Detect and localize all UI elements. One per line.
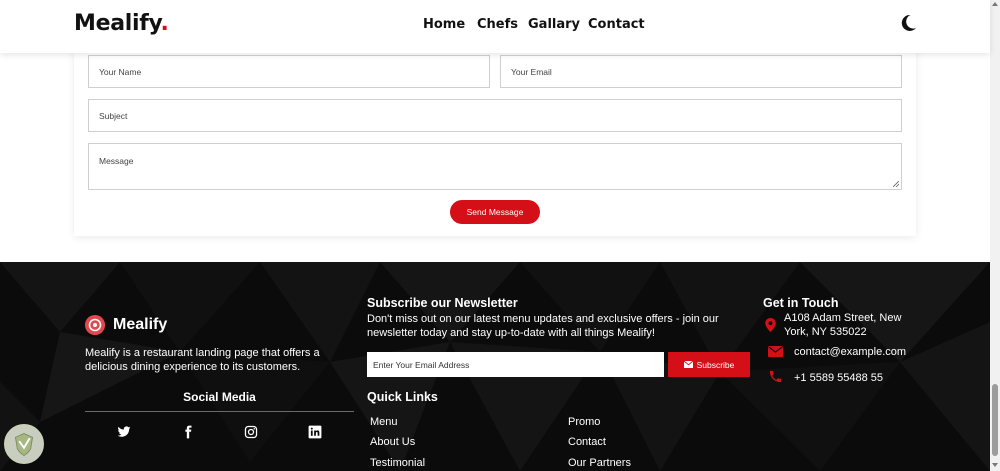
subscribe-label: Subscribe (696, 359, 735, 370)
shield-badge-icon (4, 424, 44, 464)
brand-name: Mealify (74, 11, 161, 36)
contact-address: A108 Adam Street, New York, NY 535022 (784, 312, 902, 338)
get-in-touch-title: Get in Touch (763, 296, 839, 310)
moon-icon[interactable] (898, 13, 918, 33)
nav-gallary[interactable]: Gallary (528, 17, 580, 32)
send-message-button[interactable]: Send Message (450, 200, 540, 224)
envelope-icon (768, 346, 783, 357)
resize-grip-icon[interactable] (893, 181, 899, 187)
quick-link-contact[interactable]: Contact (568, 436, 606, 448)
quick-link-menu[interactable]: Menu (370, 416, 398, 428)
newsletter-title: Subscribe our Newsletter (367, 296, 518, 310)
quick-link-about-us[interactable]: About Us (370, 436, 415, 448)
footer-description: Mealify is a restaurant landing page tha… (85, 347, 320, 373)
scroll-up-arrow-icon[interactable] (992, 2, 998, 6)
quick-links-title: Quick Links (367, 390, 438, 404)
quick-link-promo[interactable]: Promo (568, 416, 600, 428)
social-media-title: Social Media (183, 390, 256, 404)
location-pin-icon (765, 318, 776, 332)
message-field[interactable]: Message (88, 143, 902, 190)
nav-home[interactable]: Home (423, 17, 465, 32)
envelope-icon (683, 361, 693, 368)
facebook-icon[interactable] (181, 425, 195, 439)
instagram-icon[interactable] (244, 425, 258, 439)
message-placeholder: Message (99, 156, 134, 166)
mealify-logo-icon (85, 315, 105, 335)
nav-contact[interactable]: Contact (588, 17, 645, 32)
contact-phone[interactable]: +1 5589 55488 55 (794, 371, 883, 385)
name-placeholder: Your Name (99, 66, 142, 77)
newsletter-email-input[interactable]: Enter Your Email Address (367, 352, 664, 377)
subscribe-button[interactable]: Subscribe (668, 352, 750, 377)
social-divider (85, 411, 354, 412)
contact-email[interactable]: contact@example.com (794, 345, 906, 359)
linkedin-icon[interactable] (308, 425, 322, 439)
quick-link-our-partners[interactable]: Our Partners (568, 457, 631, 469)
scrollbar-thumb[interactable] (992, 384, 998, 456)
email-field[interactable]: Your Email (500, 55, 902, 88)
subject-field[interactable]: Subject (88, 99, 902, 132)
phone-icon (769, 370, 782, 383)
subject-placeholder: Subject (99, 110, 128, 121)
email-placeholder: Your Email (511, 66, 552, 77)
quick-link-testimonial[interactable]: Testimonial (370, 457, 425, 469)
brand-logo[interactable]: Mealify. (74, 11, 169, 36)
site-footer: Mealify Mealify is a restaurant landing … (0, 262, 990, 471)
brand-dot: . (160, 11, 169, 36)
site-header: Mealify. Home Chefs Gallary Contact (0, 0, 990, 53)
newsletter-email-placeholder: Enter Your Email Address (373, 359, 470, 370)
twitter-icon[interactable] (117, 425, 131, 439)
nav-chefs[interactable]: Chefs (477, 17, 518, 32)
name-field[interactable]: Your Name (88, 55, 490, 88)
footer-logo-text: Mealify (113, 316, 168, 333)
scroll-down-arrow-icon[interactable] (992, 463, 998, 467)
newsletter-description: Don't miss out on our latest menu update… (367, 313, 719, 339)
